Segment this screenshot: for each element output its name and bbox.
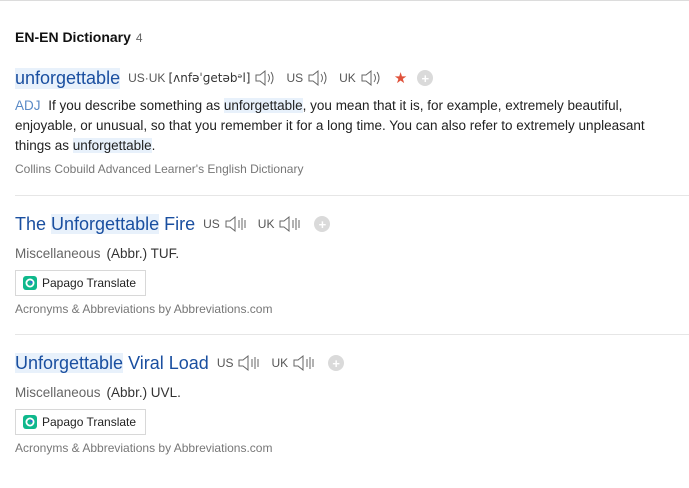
category-label: Miscellaneous bbox=[15, 385, 101, 400]
definition-highlight: unforgettable bbox=[223, 98, 303, 113]
section-count: 4 bbox=[135, 31, 143, 45]
abbreviation-row: Miscellaneous (Abbr.) UVL. bbox=[15, 385, 689, 400]
speaker-icon[interactable] bbox=[307, 69, 331, 87]
abbreviation-text: (Abbr.) UVL. bbox=[106, 385, 181, 400]
source-attribution: Acronyms & Abbreviations by Abbreviation… bbox=[15, 302, 273, 316]
phonetic-transcription: [ʌnfəˈɡetəbᵊl] bbox=[168, 71, 251, 85]
papago-translate-button[interactable]: Papago Translate bbox=[15, 409, 147, 435]
section-title: EN-EN Dictionary bbox=[15, 29, 131, 45]
category-label: Miscellaneous bbox=[15, 246, 101, 261]
pron-uk-label: UK bbox=[339, 71, 356, 85]
plus-icon[interactable]: + bbox=[417, 70, 434, 86]
entry-unforgettable: unforgettable US·UK [ʌnfəˈɡetəbᵊl] US UK… bbox=[15, 66, 689, 176]
headword-part: Fire bbox=[164, 213, 196, 234]
definition-part: . bbox=[151, 138, 156, 153]
entry-unforgettable-viral-load: Unforgettable Viral Load US UK + Miscella… bbox=[15, 351, 689, 455]
speaker-icon[interactable] bbox=[278, 215, 304, 233]
pron-us-uk-label: US·UK bbox=[128, 71, 166, 85]
pron-us-label: US bbox=[286, 71, 304, 85]
papago-translate-label: Papago Translate bbox=[42, 415, 137, 429]
headword-part: Viral Load bbox=[128, 352, 209, 373]
headword-highlight: Unforgettable bbox=[51, 213, 160, 234]
source-attribution: Collins Cobuild Advanced Learner's Engli… bbox=[15, 162, 304, 176]
speaker-icon[interactable] bbox=[292, 354, 318, 372]
entry-the-unforgettable-fire: The Unforgettable Fire US UK + Miscellaneo… bbox=[15, 212, 689, 316]
speaker-icon[interactable] bbox=[254, 69, 278, 87]
definition-part: If you describe something as bbox=[44, 98, 224, 113]
headword-link[interactable]: The Unforgettable Fire bbox=[15, 213, 196, 235]
source-attribution: Acronyms & Abbreviations by Abbreviation… bbox=[15, 441, 273, 455]
entry-headrow: unforgettable US·UK [ʌnfəˈɡetəbᵊl] US UK… bbox=[15, 66, 689, 90]
entry-headrow: The Unforgettable Fire US UK + bbox=[15, 212, 689, 236]
dictionary-section-header: EN-EN Dictionary 4 bbox=[15, 29, 143, 45]
papago-logo-icon bbox=[23, 415, 37, 429]
speaker-icon[interactable] bbox=[360, 69, 384, 87]
pron-uk-label: UK bbox=[257, 217, 275, 231]
abbreviation-text: (Abbr.) TUF. bbox=[106, 246, 180, 261]
headword-link[interactable]: Unforgettable Viral Load bbox=[15, 352, 209, 374]
plus-icon[interactable]: + bbox=[314, 216, 331, 232]
headword-highlight: Unforgettable bbox=[15, 352, 124, 373]
definition-text: ADJ If you describe something as unforge… bbox=[15, 96, 675, 156]
papago-translate-label: Papago Translate bbox=[42, 276, 137, 290]
plus-icon[interactable]: + bbox=[328, 355, 345, 371]
headword-link[interactable]: unforgettable bbox=[15, 67, 121, 89]
part-of-speech: ADJ bbox=[15, 98, 41, 113]
pron-us-label: US bbox=[216, 356, 234, 370]
entry-divider bbox=[15, 334, 689, 335]
headword-part: The bbox=[15, 213, 47, 234]
papago-translate-button[interactable]: Papago Translate bbox=[15, 270, 147, 296]
entry-headrow: Unforgettable Viral Load US UK + bbox=[15, 351, 689, 375]
abbreviation-row: Miscellaneous (Abbr.) TUF. bbox=[15, 246, 689, 261]
pron-us-label: US bbox=[203, 217, 220, 231]
speaker-icon[interactable] bbox=[224, 215, 250, 233]
definition-highlight: unforgettable bbox=[72, 138, 152, 153]
entry-divider bbox=[15, 195, 689, 196]
pron-uk-label: UK bbox=[271, 356, 289, 370]
papago-logo-icon bbox=[23, 276, 37, 290]
speaker-icon[interactable] bbox=[237, 354, 263, 372]
top-border bbox=[0, 0, 689, 1]
star-icon[interactable]: ★ bbox=[394, 71, 407, 86]
